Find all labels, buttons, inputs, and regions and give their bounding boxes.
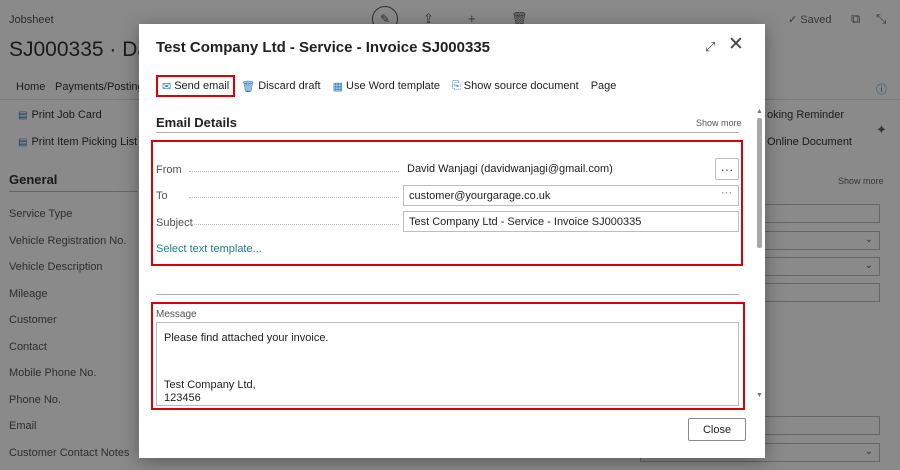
subject-field[interactable]: Test Company Ltd - Service - Invoice SJ0… bbox=[403, 211, 739, 232]
from-label: From bbox=[156, 164, 182, 176]
to-label: To bbox=[156, 190, 168, 202]
to-field[interactable]: customer@yourgarage.co.uk ··· bbox=[403, 185, 739, 206]
expand-icon[interactable]: ⤢ bbox=[705, 39, 715, 55]
from-value: David Wanjagi (davidwanjagi@gmail.com) bbox=[407, 163, 613, 175]
show-source-document-button[interactable]: ⎘ Show source document bbox=[446, 75, 585, 97]
close-icon[interactable]: ✕ bbox=[728, 35, 744, 54]
select-text-template-link[interactable]: Select text template... bbox=[156, 243, 262, 255]
dialog-scrollbar[interactable]: ▲ ▼ bbox=[756, 108, 763, 400]
close-button[interactable]: Close bbox=[688, 418, 746, 441]
leader-dots bbox=[189, 171, 399, 172]
message-line: 123456 bbox=[164, 392, 201, 404]
subject-label: Subject bbox=[156, 217, 193, 229]
page-menu-button[interactable]: Page bbox=[585, 75, 623, 97]
send-email-icon: ✉ bbox=[162, 80, 172, 93]
message-line: Please find attached your invoice. bbox=[164, 332, 329, 344]
ellipsis-icon[interactable]: ··· bbox=[721, 187, 732, 199]
divider bbox=[156, 294, 739, 295]
discard-draft-button[interactable]: 🗑 Discard draft bbox=[235, 75, 326, 97]
leader-dots bbox=[189, 224, 399, 225]
email-dialog: Test Company Ltd - Service - Invoice SJ0… bbox=[139, 24, 765, 458]
dialog-toolbar: ✉ Send email 🗑 Discard draft ▦ Use Word … bbox=[156, 74, 622, 98]
scroll-up-icon[interactable]: ▲ bbox=[756, 108, 763, 115]
scroll-thumb[interactable] bbox=[757, 118, 762, 248]
word-template-icon: ▦ bbox=[332, 80, 343, 93]
use-word-template-button[interactable]: ▦ Use Word template bbox=[327, 75, 446, 97]
dialog-title: Test Company Ltd - Service - Invoice SJ0… bbox=[156, 39, 491, 56]
scroll-down-icon[interactable]: ▼ bbox=[756, 392, 763, 399]
email-details-heading: Email Details bbox=[156, 115, 237, 130]
leader-dots bbox=[189, 197, 399, 198]
message-body[interactable]: Please find attached your invoice. Test … bbox=[156, 322, 739, 406]
to-value: customer@yourgarage.co.uk bbox=[409, 190, 551, 202]
show-more-link[interactable]: Show more bbox=[696, 118, 742, 128]
message-label: Message bbox=[156, 309, 197, 320]
subject-value: Test Company Ltd - Service - Invoice SJ0… bbox=[409, 216, 642, 228]
more-options-button[interactable]: ··· bbox=[715, 158, 739, 180]
document-icon: ⎘ bbox=[451, 79, 461, 92]
send-email-button[interactable]: ✉ Send email bbox=[156, 75, 236, 97]
trash-icon: 🗑 bbox=[241, 80, 256, 93]
section-rule bbox=[156, 132, 739, 133]
message-line: Test Company Ltd, bbox=[164, 379, 256, 391]
